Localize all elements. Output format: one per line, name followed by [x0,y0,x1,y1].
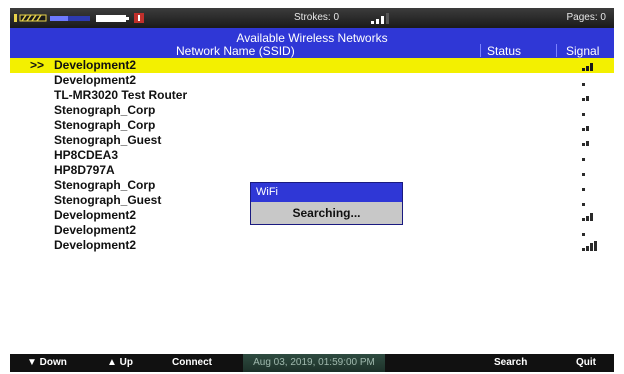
page-title: Available Wireless Networks [236,31,388,45]
pages-count: Pages: 0 [566,12,606,23]
up-button[interactable]: ▲ Up [107,357,133,368]
network-row[interactable]: Development2 [10,223,614,238]
network-ssid: Stenograph_Guest [54,133,162,147]
signal-strength-icon [578,240,600,251]
signal-bar [594,240,597,251]
battery-icon [14,14,17,22]
signal-bar [586,245,589,251]
connect-button[interactable]: Connect [172,357,212,368]
network-row[interactable]: HP8D797A [10,163,614,178]
column-divider [556,44,557,57]
paper-roll-icon [19,14,47,22]
status-icons [14,13,144,23]
network-row[interactable]: Stenograph_Corp [10,103,614,118]
network-row[interactable]: >> Development2 [10,58,614,73]
signal-strength-icon [578,195,600,206]
network-ssid: Development2 [54,238,137,252]
column-header-signal: Signal [566,44,600,58]
network-row[interactable]: Stenograph_Guest [10,133,614,148]
network-ssid: Stenograph_Guest [54,193,162,207]
down-button[interactable]: ▼ Down [27,357,67,368]
wifi-signal-icon [371,13,389,24]
signal-strength-icon [578,180,600,191]
network-row[interactable]: Development2 [10,238,614,253]
signal-bar [590,243,593,251]
signal-strength-icon [578,90,600,101]
dialog-message: Searching... [251,202,402,224]
signal-bar [586,95,589,101]
signal-strength-icon [578,135,600,146]
signal-bar [582,218,585,221]
column-header-ssid: Network Name (SSID) [176,44,295,58]
signal-bar [582,248,585,251]
network-row[interactable]: Stenograph_Corp [10,118,614,133]
network-row[interactable]: TL-MR3020 Test Router [10,88,614,103]
signal-bar [582,203,585,206]
network-ssid: Stenograph_Corp [54,118,156,132]
network-ssid: Stenograph_Corp [54,178,156,192]
wifi-screen: Strokes: 0 Pages: 0 Available Wireless N… [10,8,614,276]
column-header-status: Status [487,44,522,58]
function-key-bar: ▼ Down ▲ Up Connect Aug 03, 2019, 01:59:… [10,354,614,372]
signal-bar [590,63,593,71]
signal-strength-icon [578,60,600,71]
signal-strength-icon [578,210,600,221]
column-divider [480,44,481,57]
network-row[interactable]: Development2 [10,73,614,88]
status-bar: Strokes: 0 Pages: 0 [10,8,614,28]
quit-button[interactable]: Quit [576,357,596,368]
signal-strength-icon [578,165,600,176]
network-ssid: Development2 [54,73,137,87]
wifi-search-dialog: WiFi Searching... [250,182,403,225]
dialog-title: WiFi [251,183,402,202]
selection-marker: >> [30,58,45,72]
signal-strength-icon [578,225,600,236]
network-ssid: Development2 [54,208,137,222]
signal-bar [582,233,585,236]
signal-bar [582,68,585,71]
signal-bar [582,173,585,176]
network-ssid: HP8D797A [54,163,115,177]
network-ssid: HP8CDEA3 [54,148,119,162]
signal-strength-icon [578,150,600,161]
network-row[interactable]: HP8CDEA3 [10,148,614,163]
signal-bar [586,140,589,146]
network-ssid: TL-MR3020 Test Router [54,88,188,102]
signal-bar [582,143,585,146]
strokes-count: Strokes: 0 [294,12,340,23]
battery-level-icon [96,15,129,22]
datetime-display: Aug 03, 2019, 01:59:00 PM [243,354,385,372]
network-ssid: Stenograph_Corp [54,103,156,117]
signal-bar [582,158,585,161]
signal-bar [582,128,585,131]
signal-bar [586,65,589,71]
keyboard-level-icon [50,16,90,21]
signal-strength-icon [578,75,600,86]
signal-strength-icon [578,120,600,131]
signal-bar [582,188,585,191]
signal-bar [582,113,585,116]
signal-bar [582,98,585,101]
signal-bar [586,125,589,131]
search-button[interactable]: Search [494,357,527,368]
network-ssid: Development2 [54,58,137,72]
networks-header: Available Wireless Networks Network Name… [10,28,614,58]
signal-bar [586,215,589,221]
network-ssid: Development2 [54,223,137,237]
signal-bar [590,213,593,221]
signal-strength-icon [578,105,600,116]
alert-icon [134,13,144,23]
signal-bar [582,83,585,86]
